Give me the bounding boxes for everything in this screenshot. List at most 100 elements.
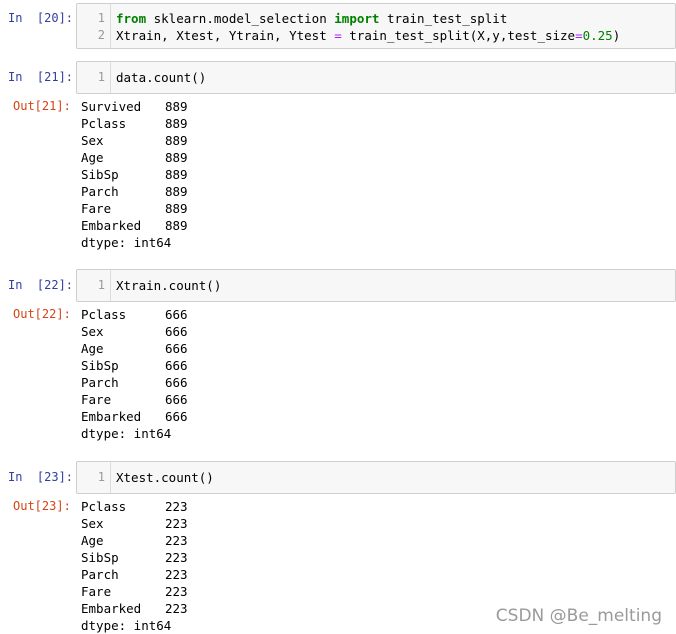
cell-output: Pclass 223 Sex 223 Age 223 SibSp 223 Parch 223 Far…: [81, 498, 188, 634]
column-name: Fare: [81, 584, 112, 599]
non-null-count: 666: [165, 409, 188, 424]
code-line: Xtrain, Xtest, Ytrain, Ytest = train_tes…: [116, 27, 620, 44]
code-line: Xtrain.count(): [116, 277, 221, 294]
dtype-line: dtype: int64: [81, 235, 172, 250]
column-name: SibSp: [81, 358, 119, 373]
output-row: SibSp 889: [81, 166, 188, 183]
column-name: SibSp: [81, 550, 119, 565]
column-name: Sex: [81, 516, 104, 531]
output-row: Fare 666: [81, 391, 188, 408]
line-number: 1: [97, 11, 105, 25]
non-null-count: 889: [165, 184, 188, 199]
non-null-count: 666: [165, 307, 188, 322]
code-line: Xtest.count(): [116, 469, 214, 486]
output-row: Sex 889: [81, 132, 188, 149]
cell-output: Survived 889 Pclass 889 Sex 889 Age 889 SibSp 889…: [81, 98, 188, 251]
output-row: Fare 889: [81, 200, 188, 217]
input-prompt: In [23]:: [8, 470, 74, 484]
non-null-count: 666: [165, 324, 188, 339]
code-input[interactable]: 1 2 from sklearn.model_selection import …: [76, 3, 676, 49]
dtype-line: dtype: int64: [81, 426, 172, 441]
column-name: Fare: [81, 201, 112, 216]
output-row: Survived 889: [81, 98, 188, 115]
line-number: 1: [97, 70, 105, 84]
code-line: from sklearn.model_selection import trai…: [116, 10, 507, 27]
non-null-count: 889: [165, 133, 188, 148]
output-row: Pclass 666: [81, 306, 188, 323]
dtype-line: dtype: int64: [81, 618, 172, 633]
non-null-count: 223: [165, 601, 188, 616]
non-null-count: 889: [165, 201, 188, 216]
column-name: Age: [81, 150, 104, 165]
code-number: 0.25: [582, 28, 613, 43]
column-name: Pclass: [81, 499, 127, 514]
column-name: Survived: [81, 99, 142, 114]
code-keyword: import: [334, 11, 380, 26]
column-name: SibSp: [81, 167, 119, 182]
output-row: Parch 666: [81, 374, 188, 391]
output-row: Parch 889: [81, 183, 188, 200]
output-row: Fare 223: [81, 583, 188, 600]
output-row: SibSp 666: [81, 357, 188, 374]
column-name: Pclass: [81, 116, 127, 131]
input-prompt: In [21]:: [8, 70, 74, 84]
code-operator: =: [334, 28, 342, 43]
output-row: Pclass 889: [81, 115, 188, 132]
non-null-count: 223: [165, 550, 188, 565]
non-null-count: 223: [165, 584, 188, 599]
code-text: Xtrain.count(): [116, 278, 222, 293]
csdn-watermark: CSDN @Be_melting: [495, 606, 662, 626]
output-row: Embarked 666: [81, 408, 188, 425]
column-name: Age: [81, 533, 104, 548]
non-null-count: 223: [165, 567, 188, 582]
non-null-count: 889: [165, 218, 188, 233]
non-null-count: 223: [165, 533, 188, 548]
non-null-count: 223: [165, 516, 188, 531]
column-name: Embarked: [81, 409, 142, 424]
code-text: train_test_split: [379, 11, 508, 26]
line-number: 1: [97, 278, 105, 292]
output-prompt: Out[23]:: [13, 499, 71, 513]
non-null-count: 889: [165, 150, 188, 165]
column-name: Parch: [81, 375, 119, 390]
code-text: data.count(): [116, 70, 207, 85]
code-keyword: from: [116, 11, 147, 26]
code-text: Xtest.count(): [116, 470, 214, 485]
line-number: 2: [97, 28, 105, 42]
non-null-count: 666: [165, 358, 188, 373]
non-null-count: 889: [165, 167, 188, 182]
output-row: Age 223: [81, 532, 188, 549]
input-prompt: In [22]:: [8, 278, 74, 292]
code-operator: =: [575, 28, 583, 43]
output-row: Age 889: [81, 149, 188, 166]
column-name: Embarked: [81, 601, 142, 616]
column-name: Parch: [81, 567, 119, 582]
code-text: train_test_split(X,y,test_size: [341, 28, 576, 43]
non-null-count: 223: [165, 499, 188, 514]
column-name: Sex: [81, 324, 104, 339]
output-row: Embarked 223: [81, 600, 188, 617]
non-null-count: 666: [165, 392, 188, 407]
non-null-count: 889: [165, 99, 188, 114]
code-input[interactable]: 1 data.count(): [76, 61, 676, 94]
code-text: sklearn.model_selection: [146, 11, 335, 26]
non-null-count: 889: [165, 116, 188, 131]
column-name: Parch: [81, 184, 119, 199]
line-number: 1: [97, 470, 105, 484]
code-input[interactable]: 1 Xtest.count(): [76, 461, 676, 494]
output-row: SibSp 223: [81, 549, 188, 566]
column-name: Fare: [81, 392, 112, 407]
column-name: Embarked: [81, 218, 142, 233]
output-row: Sex 223: [81, 515, 188, 532]
column-name: Age: [81, 341, 104, 356]
notebook-cell-21: In [21]: 1 data.count() Out[21]: Survive…: [0, 58, 676, 258]
column-name: Sex: [81, 133, 104, 148]
code-text: Xtrain, Xtest, Ytrain, Ytest: [116, 28, 335, 43]
non-null-count: 666: [165, 341, 188, 356]
code-text: ): [612, 28, 621, 43]
output-row: Parch 223: [81, 566, 188, 583]
output-prompt: Out[22]:: [13, 307, 71, 321]
output-prompt: Out[21]:: [13, 99, 71, 113]
output-row: Age 666: [81, 340, 188, 357]
code-input[interactable]: 1 Xtrain.count(): [76, 269, 676, 302]
